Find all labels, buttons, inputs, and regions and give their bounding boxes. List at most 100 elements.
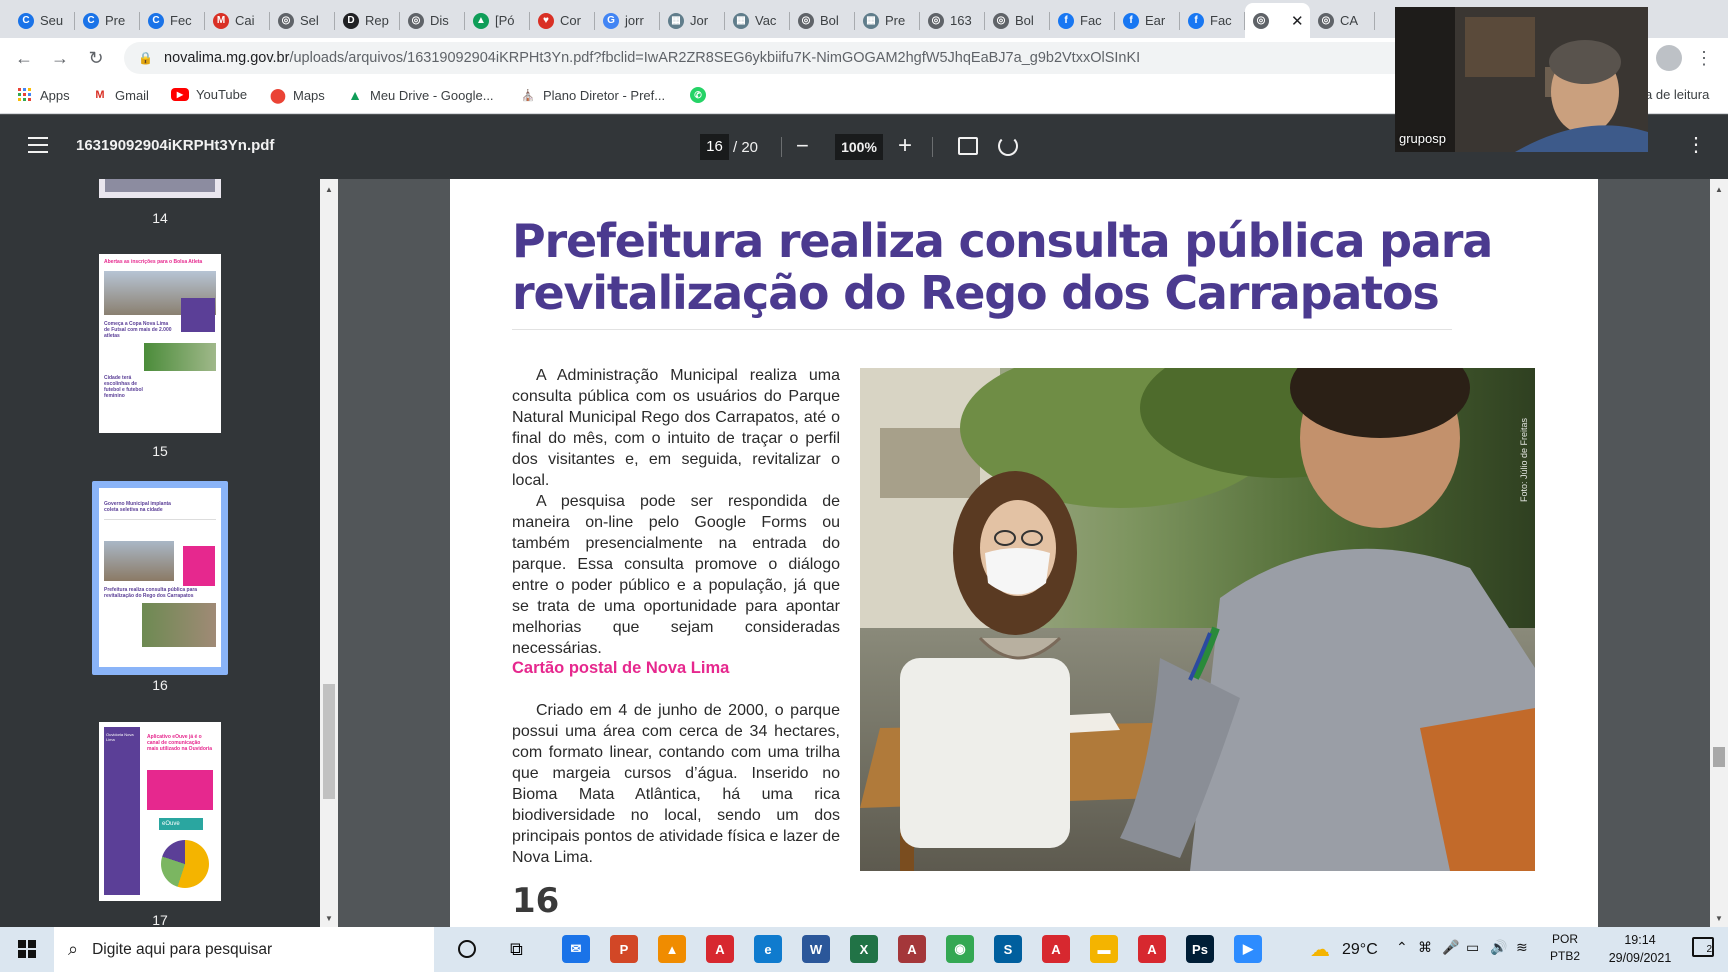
bookmark-whatsapp[interactable]: ✆ bbox=[690, 87, 706, 103]
vlc-icon[interactable]: ▲ bbox=[658, 935, 686, 963]
rotate-icon[interactable] bbox=[998, 136, 1018, 156]
browser-tab[interactable]: ◎ ✕ bbox=[1245, 3, 1310, 38]
autocad-icon[interactable]: A bbox=[1042, 935, 1070, 963]
word-icon[interactable]: W bbox=[802, 935, 830, 963]
browser-tab[interactable]: ▲ [Pó bbox=[465, 3, 530, 38]
browser-tab[interactable]: ◎ Bol bbox=[790, 3, 855, 38]
browser-tab[interactable]: C Seu bbox=[10, 3, 75, 38]
browser-tab[interactable]: ♥ Cor bbox=[530, 3, 595, 38]
temperature[interactable]: 29°C bbox=[1342, 941, 1378, 959]
thumbnail-page-17[interactable]: Ouvidoria Nova Lima Aplicativo eOuve já … bbox=[99, 722, 221, 901]
title-divider bbox=[512, 329, 1452, 330]
acrobat-icon[interactable]: A bbox=[706, 935, 734, 963]
browser-tab[interactable]: Gjorr bbox=[595, 3, 660, 38]
more-options-icon[interactable]: ⋮ bbox=[1686, 135, 1706, 155]
battery-icon[interactable]: ▭ bbox=[1466, 939, 1479, 956]
browser-tab[interactable]: ▦ Jor bbox=[660, 3, 725, 38]
youtube-icon: ▶ bbox=[171, 88, 189, 101]
cortana-icon[interactable] bbox=[458, 940, 476, 958]
page-number-input[interactable]: 16 bbox=[700, 134, 729, 160]
weather-icon[interactable]: ☁ bbox=[1310, 937, 1330, 962]
article-body-2: Criado em 4 de junho de 2000, o parque p… bbox=[512, 700, 840, 868]
pdf-viewer: Prefeitura realiza consulta pública para… bbox=[338, 179, 1710, 927]
browser-tab[interactable]: ◎ 163 bbox=[920, 3, 985, 38]
windows-start-icon[interactable] bbox=[18, 940, 36, 958]
scroll-up-arrow-icon[interactable]: ▲ bbox=[1715, 185, 1723, 194]
browser-tab[interactable]: ▦ Vac bbox=[725, 3, 790, 38]
taskbar-search[interactable]: ⌕ Digite aqui para pesquisar bbox=[54, 927, 434, 972]
clock[interactable]: 19:14 29/09/2021 bbox=[1600, 931, 1680, 967]
zoom-icon[interactable]: ▶ bbox=[1234, 935, 1262, 963]
access-icon[interactable]: A bbox=[898, 935, 926, 963]
microphone-icon[interactable]: 🎤 bbox=[1442, 939, 1459, 956]
profile-avatar[interactable] bbox=[1656, 45, 1682, 71]
scroll-up-arrow-icon[interactable]: ▲ bbox=[325, 185, 333, 194]
whatsapp-icon: ✆ bbox=[690, 87, 706, 103]
document-scroll-thumb[interactable] bbox=[1713, 747, 1725, 767]
sidebar-scroll-thumb[interactable] bbox=[323, 684, 335, 799]
task-view-icon[interactable]: ⧉ bbox=[510, 939, 523, 960]
tab-favicon-icon: f bbox=[1188, 12, 1204, 29]
acrobat-reader-icon[interactable]: A bbox=[1138, 935, 1166, 963]
sidebar-scrollbar[interactable]: ▲ ▼ bbox=[320, 179, 338, 927]
browser-tab[interactable]: M Cai bbox=[205, 3, 270, 38]
tab-title: Vac bbox=[755, 13, 777, 28]
browser-menu-icon[interactable]: ⋮ bbox=[1692, 46, 1716, 70]
thumbnail-sidebar: 14 Abertas as inscrições para o Bolsa At… bbox=[0, 179, 320, 927]
back-arrow-icon[interactable]: ← bbox=[12, 46, 36, 70]
thumbnail-page-16[interactable]: Governo Municipal implanta coleta seleti… bbox=[99, 488, 221, 667]
browser-tab[interactable]: ▦ Pre bbox=[855, 3, 920, 38]
notification-center-icon[interactable]: 2 bbox=[1692, 937, 1714, 957]
zoom-in-button[interactable]: + bbox=[898, 134, 912, 158]
bookmark-drive[interactable]: ▲ Meu Drive - Google... bbox=[347, 87, 493, 103]
photoshop-icon[interactable]: Ps bbox=[1186, 935, 1214, 963]
thumbnail-page-14[interactable] bbox=[99, 179, 221, 198]
powerpoint-icon[interactable]: P bbox=[610, 935, 638, 963]
pdf-filename: 16319092904iKRPHt3Yn.pdf bbox=[76, 137, 275, 154]
excel-icon[interactable]: X bbox=[850, 935, 878, 963]
forward-arrow-icon[interactable]: → bbox=[48, 46, 72, 70]
bookmark-gmail[interactable]: M Gmail bbox=[92, 87, 149, 103]
fit-page-icon[interactable] bbox=[958, 137, 978, 155]
browser-tab[interactable]: f Fac bbox=[1180, 3, 1245, 38]
reading-list[interactable]: a de leitura bbox=[1645, 87, 1709, 102]
chrome-icon[interactable]: ◉ bbox=[946, 935, 974, 963]
browser-tab[interactable]: C Pre bbox=[75, 3, 140, 38]
browser-tab[interactable]: ◎ Dis bbox=[400, 3, 465, 38]
bookmark-maps[interactable]: ⬤ Maps bbox=[270, 87, 325, 103]
browser-tab[interactable]: f Ear bbox=[1115, 3, 1180, 38]
document-scrollbar[interactable]: ▲ ▼ bbox=[1710, 179, 1728, 927]
browser-tab[interactable]: ◎ Sel bbox=[270, 3, 335, 38]
tab-close-icon[interactable]: ✕ bbox=[1291, 12, 1304, 30]
thumbnail-page-15[interactable]: Abertas as inscrições para o Bolsa Atlet… bbox=[99, 254, 221, 433]
browser-tab[interactable]: f Fac bbox=[1050, 3, 1115, 38]
volume-icon[interactable]: 🔊 bbox=[1490, 939, 1507, 956]
mail-icon[interactable]: ✉ bbox=[562, 935, 590, 963]
edge-icon[interactable]: e bbox=[754, 935, 782, 963]
url-host: novalima.mg.gov.br bbox=[164, 50, 290, 66]
zoom-level-input[interactable]: 100% bbox=[835, 134, 883, 160]
input-language[interactable]: POR PTB2 bbox=[1550, 931, 1580, 965]
scroll-down-arrow-icon[interactable]: ▼ bbox=[1715, 914, 1723, 923]
reading-list-label: a de leitura bbox=[1645, 87, 1710, 102]
bookmark-plano-diretor[interactable]: ⛪ Plano Diretor - Pref... bbox=[520, 87, 665, 103]
address-bar[interactable]: 🔒 novalima.mg.gov.br/uploads/arquivos/16… bbox=[124, 42, 1614, 74]
zoom-out-button[interactable]: − bbox=[796, 135, 809, 157]
browser-tab[interactable]: D Rep bbox=[335, 3, 400, 38]
bookmark-apps[interactable]: Apps bbox=[17, 87, 70, 103]
bookmark-youtube[interactable]: ▶ YouTube bbox=[171, 87, 247, 102]
browser-tab[interactable]: ◎ CA bbox=[1310, 3, 1375, 38]
wifi-icon[interactable]: ≋ bbox=[1516, 939, 1528, 956]
sketchup-icon[interactable]: S bbox=[994, 935, 1022, 963]
tab-favicon-icon: ◎ bbox=[928, 12, 944, 29]
browser-tab[interactable]: ◎ Bol bbox=[985, 3, 1050, 38]
scroll-down-arrow-icon[interactable]: ▼ bbox=[325, 914, 333, 923]
network-icon[interactable]: ⌘ bbox=[1418, 939, 1432, 956]
chevron-up-icon[interactable]: ⌃ bbox=[1396, 939, 1408, 956]
tab-title: Jor bbox=[690, 13, 709, 28]
browser-tab[interactable]: C Fec bbox=[140, 3, 205, 38]
video-call-window[interactable]: gruposp bbox=[1395, 7, 1648, 152]
reload-icon[interactable]: ↻ bbox=[84, 46, 108, 70]
hamburger-menu-icon[interactable] bbox=[28, 137, 48, 153]
file-explorer-icon[interactable]: ▬ bbox=[1090, 935, 1118, 963]
